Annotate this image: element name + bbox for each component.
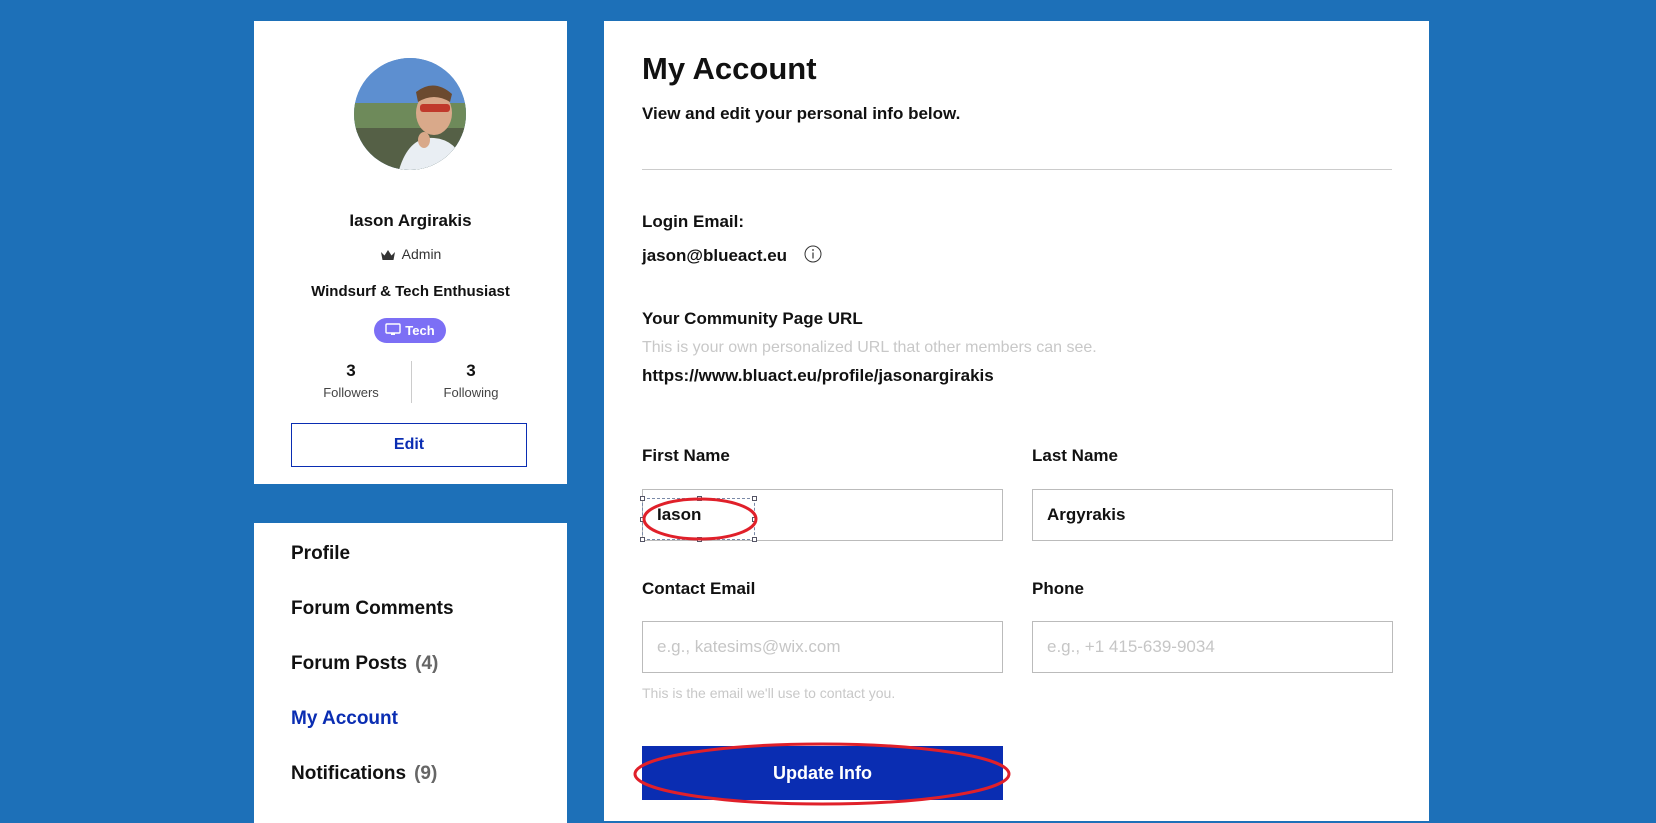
nav-item-label: Profile: [291, 543, 351, 564]
nav-item-label: Forum Comments: [291, 598, 454, 619]
following-stat[interactable]: 3 Following: [411, 361, 531, 400]
last-name-label: Last Name: [1032, 446, 1118, 465]
followers-stat[interactable]: 3 Followers: [291, 361, 411, 400]
first-name-label: First Name: [642, 446, 730, 465]
role-label: Admin: [401, 246, 442, 262]
profile-name: Iason Argirakis: [349, 211, 472, 230]
nav-item-forum-posts[interactable]: Forum Posts (4): [291, 653, 438, 675]
login-email-label: Login Email:: [642, 212, 744, 231]
nav-item-my-account[interactable]: My Account: [291, 708, 398, 730]
nav-item-count: (9): [414, 763, 438, 784]
followers-label: Followers: [323, 385, 379, 400]
first-name-field[interactable]: [642, 489, 1003, 541]
community-url-label: Your Community Page URL: [642, 309, 863, 328]
account-card: My Account View and edit your personal i…: [604, 21, 1429, 821]
profile-bio: Windsurf & Tech Enthusiast: [311, 283, 510, 300]
following-count: 3: [466, 361, 476, 380]
nav-item-label: Forum Posts: [291, 653, 408, 674]
follow-stats: 3 Followers 3 Following: [291, 361, 531, 405]
page-title: My Account: [642, 51, 817, 86]
edit-profile-button[interactable]: Edit: [291, 423, 527, 467]
avatar[interactable]: [354, 58, 466, 170]
nav-item-label: Notifications: [291, 763, 407, 784]
nav-item-profile[interactable]: Profile: [291, 543, 350, 565]
followers-count: 3: [346, 361, 356, 380]
contact-email-label: Contact Email: [642, 579, 756, 598]
phone-field[interactable]: [1032, 621, 1393, 673]
contact-email-hint: This is the email we'll use to contact y…: [642, 685, 896, 701]
info-icon[interactable]: [804, 245, 822, 263]
following-label: Following: [443, 385, 499, 400]
community-url-hint: This is your own personalized URL that o…: [642, 339, 1097, 356]
community-url-value[interactable]: https://www.bluact.eu/profile/jasonargir…: [642, 366, 994, 386]
nav-item-count: (4): [415, 653, 439, 674]
last-name-field[interactable]: [1032, 489, 1393, 541]
tech-badge[interactable]: Tech: [374, 318, 446, 343]
avatar-photo-icon: [354, 58, 466, 170]
nav-item-notifications[interactable]: Notifications (9): [291, 763, 437, 785]
nav-item-label: My Account: [291, 708, 398, 729]
login-email-value: jason@blueact.eu: [642, 246, 788, 265]
badge-label: Tech: [405, 323, 435, 338]
update-info-button[interactable]: Update Info: [642, 746, 1003, 800]
contact-email-field[interactable]: [642, 621, 1003, 673]
nav-card: Profile Forum Comments Forum Posts (4) My…: [254, 523, 567, 823]
divider: [642, 169, 1392, 170]
nav-item-forum-comments[interactable]: Forum Comments: [291, 598, 454, 620]
monitor-icon: [385, 322, 401, 339]
phone-label: Phone: [1032, 579, 1084, 598]
role-row: Admin: [254, 246, 567, 264]
crown-icon: [380, 248, 396, 264]
profile-card: Iason Argirakis Admin Windsurf & Tech En…: [254, 21, 567, 484]
page-subtitle: View and edit your personal info below.: [642, 104, 961, 123]
